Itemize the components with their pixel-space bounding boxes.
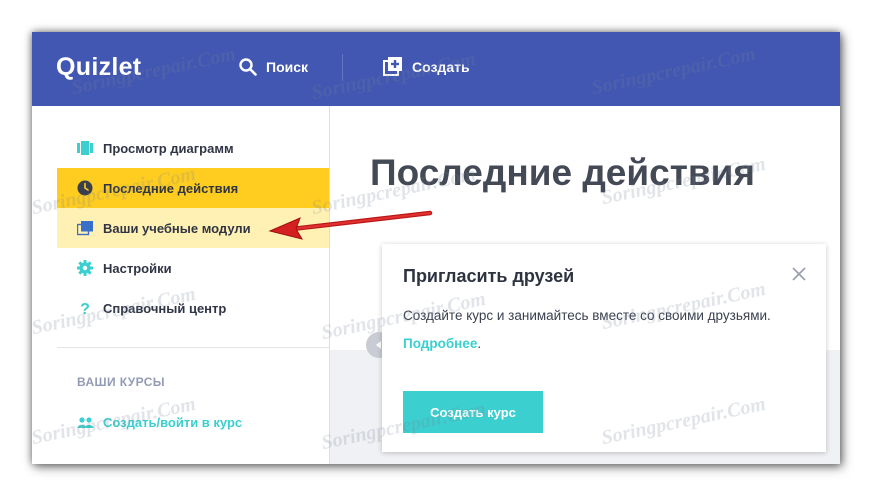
diagram-icon	[77, 140, 93, 156]
sidebar-item-label: Ваши учебные модули	[103, 220, 251, 236]
search-icon	[239, 58, 257, 76]
users-icon	[77, 416, 94, 428]
close-button[interactable]	[790, 265, 808, 283]
create-label: Создать	[412, 59, 470, 75]
invite-card-period: .	[477, 336, 482, 351]
help-icon: ?	[77, 300, 93, 316]
sidebar-item-diagrams[interactable]: Просмотр диаграмм	[57, 128, 329, 168]
invite-card-title: Пригласить друзей	[403, 266, 575, 286]
page-title: Последние действия	[370, 152, 755, 193]
sidebar-item-label: Последние действия	[103, 180, 239, 196]
svg-text:?: ?	[80, 301, 90, 316]
close-icon	[792, 267, 806, 281]
search-button[interactable]: Поиск	[238, 56, 308, 78]
sidebar-divider	[57, 347, 329, 348]
search-label: Поиск	[266, 59, 309, 75]
create-button[interactable]: Создать	[382, 56, 470, 78]
invite-card-text: Создайте курс и занимайтесь вместе со св…	[403, 302, 803, 358]
sidebar-item-settings[interactable]: Настройки	[57, 248, 329, 288]
sidebar-item-recent-activity[interactable]: Последние действия	[57, 168, 329, 208]
quizlet-logo[interactable]: Quizlet	[56, 53, 141, 82]
nav-divider	[342, 54, 343, 80]
annotation-arrow-icon	[268, 210, 433, 240]
modules-icon	[77, 220, 93, 236]
create-course-button[interactable]: Создать курс	[403, 391, 543, 433]
create-plus-icon	[383, 57, 402, 76]
clock-icon	[77, 180, 93, 196]
top-navigation-bar: Quizlet Поиск Создать	[32, 32, 840, 106]
learn-more-link[interactable]: Подробнее	[403, 336, 477, 351]
gear-icon	[77, 260, 93, 276]
join-course-label: Создать/войти в курс	[103, 415, 243, 430]
join-course-link[interactable]: Создать/войти в курс	[77, 415, 242, 430]
main-content: Последние действия Пригласить друзей Соз…	[330, 106, 840, 464]
sidebar-item-label: Настройки	[103, 260, 172, 276]
sidebar: Просмотр диаграмм Последние действия Ваш…	[32, 106, 330, 464]
app-window: Quizlet Поиск Создать Просмотр диаграмм …	[32, 32, 840, 464]
sidebar-item-label: Просмотр диаграмм	[103, 140, 234, 156]
sidebar-item-label: Справочный центр	[103, 300, 227, 316]
sidebar-item-help-center[interactable]: ? Справочный центр	[57, 288, 329, 328]
courses-section-title: ВАШИ КУРСЫ	[77, 375, 165, 389]
invite-card-description: Создайте курс и занимайтесь вместе со св…	[403, 308, 771, 323]
invite-friends-card: Пригласить друзей Создайте курс и занима…	[382, 244, 826, 452]
